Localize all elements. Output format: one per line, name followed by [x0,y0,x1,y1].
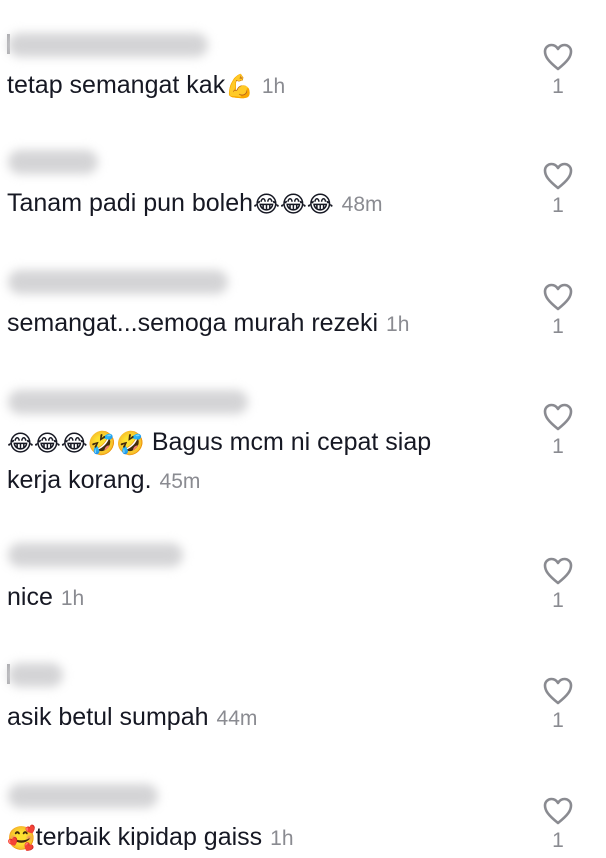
comment-body: terbaik kipidap gaiss [35,823,263,851]
heart-outline-icon [543,43,573,71]
like-count: 1 [552,75,564,98]
heart-outline-icon [543,797,573,825]
blurred-username[interactable] [8,33,208,57]
comment-body: asik betul sumpah [7,703,209,731]
like-button[interactable]: 1 [538,676,578,733]
like-count: 1 [552,709,564,732]
laughing-emoji-icons: 😂😂😂🤣🤣 [7,430,145,456]
blurred-username[interactable] [8,150,98,174]
smiling-face-with-hearts-emoji-icon: 🥰 [7,825,36,851]
comment-timestamp: 48m [341,193,383,216]
comment-text: 😂😂😂🤣🤣 Bagus mcm ni cepat siap kerja kora… [7,423,487,501]
heart-outline-icon [543,403,573,431]
comment-body: nice [7,583,53,611]
comment-text: semangat...semoga murah rezeki 1h [7,304,409,344]
like-button[interactable]: 1 [538,42,578,99]
comment-timestamp: 1h [261,75,286,98]
comment-text: asik betul sumpah 44m [7,698,257,738]
comment-timestamp: 44m [216,707,258,730]
like-button[interactable]: 1 [538,282,578,339]
comment-timestamp: 1h [60,587,85,610]
like-count: 1 [552,435,564,458]
heart-outline-icon [543,162,573,190]
like-button[interactable]: 1 [538,161,578,218]
blurred-username[interactable] [8,663,63,687]
flexed-biceps-emoji-icon: 💪 [225,73,254,99]
like-count: 1 [552,194,564,217]
comment-body: Tanam padi pun boleh [7,189,254,217]
heart-outline-icon [543,677,573,705]
comment-text: 🥰terbaik kipidap gaiss 1h [7,818,294,858]
comment-text: Tanam padi pun boleh😂😂😂 48m [7,184,383,224]
heart-outline-icon [543,283,573,311]
comment-timestamp: 45m [159,470,201,493]
like-count: 1 [552,589,564,612]
like-count: 1 [552,315,564,338]
blurred-username[interactable] [8,543,183,567]
comment-text: tetap semangat kak💪 1h [7,66,285,106]
comment-body: tetap semangat kak [7,71,226,99]
like-button[interactable]: 1 [538,796,578,853]
comment-body: semangat...semoga murah rezeki [7,309,379,337]
comment-text: nice 1h [7,578,84,618]
like-count: 1 [552,829,564,852]
heart-outline-icon [543,557,573,585]
blurred-username[interactable] [8,270,228,294]
comment-timestamp: 1h [386,313,410,336]
like-button[interactable]: 1 [538,402,578,459]
comment-timestamp: 1h [270,827,294,850]
blurred-username[interactable] [8,390,248,414]
tears-of-joy-emoji-icon: 😂😂😂 [253,191,334,217]
like-button[interactable]: 1 [538,556,578,613]
blurred-username[interactable] [8,784,158,808]
